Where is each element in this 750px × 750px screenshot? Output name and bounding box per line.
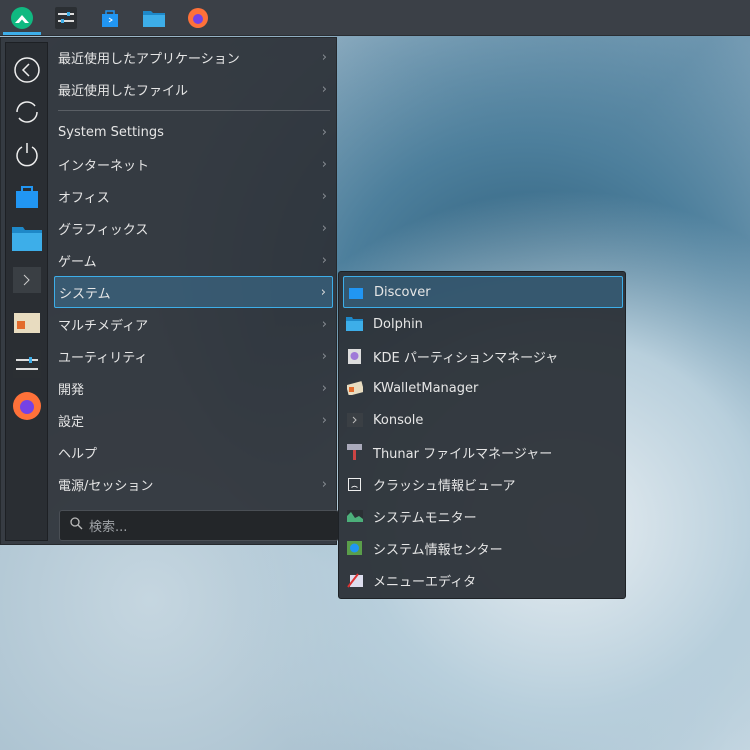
- menu-item-office[interactable]: オフィス ›: [54, 180, 333, 212]
- submenu-item-label: Dolphin: [373, 316, 423, 332]
- chevron-right-icon: ›: [321, 220, 327, 236]
- submenu-item-konsole[interactable]: Konsole: [343, 404, 623, 436]
- submenu-item-label: KDE パーティションマネージャ: [373, 350, 559, 366]
- submenu-item-label: Thunar ファイルマネージャー: [373, 446, 553, 462]
- submenu-item-kwalletmanager[interactable]: KWalletManager: [343, 372, 623, 404]
- chevron-right-icon: ›: [321, 316, 327, 332]
- kwallet-icon[interactable]: [11, 306, 43, 338]
- kwallet-icon: [346, 380, 363, 397]
- konsole-icon[interactable]: [11, 264, 43, 296]
- menu-item-label: グラフィックス: [58, 222, 149, 238]
- app-launcher-icon[interactable]: [3, 0, 41, 36]
- power-icon[interactable]: [11, 138, 43, 170]
- info-center-icon: [346, 540, 363, 557]
- chevron-right-icon: ›: [321, 188, 327, 204]
- submenu-item-label: Konsole: [373, 412, 424, 428]
- menu-item-system[interactable]: システム ›: [54, 276, 333, 308]
- menu-item-label: インターネット: [58, 158, 150, 174]
- chevron-right-icon: ›: [320, 284, 326, 300]
- chevron-right-icon: ›: [321, 156, 327, 172]
- menu-item-label: 最近使用したアプリケーション: [58, 51, 240, 67]
- submenu-item-partition-manager[interactable]: KDE パーティションマネージャ: [343, 340, 623, 372]
- menu-item-recent-apps[interactable]: 最近使用したアプリケーション ›: [54, 41, 333, 73]
- menu-item-label: 電源/セッション: [58, 478, 154, 494]
- submenu-item-label: クラッシュ情報ビューア: [373, 478, 516, 494]
- menu-item-games[interactable]: ゲーム ›: [54, 244, 333, 276]
- submenu-item-label: KWalletManager: [373, 380, 479, 396]
- menu-item-label: 開発: [58, 382, 85, 398]
- submenu-item-crash-viewer[interactable]: クラッシュ情報ビューア: [343, 468, 623, 500]
- firefox-icon[interactable]: [11, 390, 43, 422]
- dolphin-icon[interactable]: [11, 222, 43, 254]
- search-input[interactable]: 検索...: [59, 510, 339, 541]
- system-settings-icon[interactable]: [11, 348, 43, 380]
- discover-icon[interactable]: [11, 180, 43, 212]
- submenu-item-info-center[interactable]: システム情報センター: [343, 532, 623, 564]
- konsole-icon: [346, 412, 363, 429]
- menu-item-label: ゲーム: [58, 254, 97, 270]
- menu-item-label: 設定: [58, 414, 85, 430]
- submenu-item-thunar[interactable]: Thunar ファイルマネージャー: [343, 436, 623, 468]
- submenu-item-discover[interactable]: Discover: [343, 276, 623, 308]
- menu-item-label: オフィス: [58, 190, 110, 206]
- chevron-right-icon: ›: [321, 49, 327, 65]
- menu-item-settings[interactable]: 設定 ›: [54, 404, 333, 436]
- menu-item-system-settings[interactable]: System Settings ›: [54, 116, 333, 148]
- menu-item-development[interactable]: 開発 ›: [54, 372, 333, 404]
- crash-viewer-icon: [346, 476, 363, 493]
- partition-manager-icon: [346, 348, 363, 365]
- menu-item-power-session[interactable]: 電源/セッション ›: [54, 468, 333, 500]
- refresh-icon[interactable]: [11, 96, 43, 128]
- submenu-item-system-monitor[interactable]: システムモニター: [343, 500, 623, 532]
- chevron-right-icon: ›: [321, 380, 327, 396]
- dolphin-icon: [346, 316, 363, 333]
- menu-item-internet[interactable]: インターネット ›: [54, 148, 333, 180]
- system-settings-icon[interactable]: [52, 0, 80, 36]
- firefox-icon[interactable]: [184, 0, 212, 36]
- chevron-right-icon: ›: [321, 81, 327, 97]
- taskbar: [0, 0, 750, 36]
- back-icon[interactable]: [11, 54, 43, 86]
- menu-item-help[interactable]: ヘルプ: [54, 436, 333, 468]
- search-placeholder: 検索...: [89, 520, 128, 535]
- menu-item-recent-files[interactable]: 最近使用したファイル ›: [54, 73, 333, 105]
- chevron-right-icon: ›: [321, 124, 327, 140]
- menu-item-label: ユーティリティ: [58, 350, 148, 366]
- discover-icon: [347, 284, 364, 301]
- menu-item-label: 最近使用したファイル: [58, 83, 189, 99]
- submenu-item-label: Discover: [374, 284, 431, 300]
- thunar-icon: [346, 444, 363, 461]
- system-submenu: Discover Dolphin KDE パーティションマネージャ KWalle…: [338, 271, 626, 599]
- chevron-right-icon: ›: [321, 412, 327, 428]
- menu-item-label: マルチメディア: [58, 318, 149, 334]
- menu-item-label: System Settings: [58, 124, 164, 140]
- application-menu: 最近使用したアプリケーション › 最近使用したファイル › System Setti…: [0, 37, 339, 545]
- menu-separator: [58, 110, 330, 111]
- search-icon: [70, 517, 83, 534]
- system-monitor-icon: [346, 508, 363, 525]
- menu-editor-icon: [346, 572, 363, 589]
- menu-item-multimedia[interactable]: マルチメディア ›: [54, 308, 333, 340]
- chevron-right-icon: ›: [321, 476, 327, 492]
- dolphin-icon[interactable]: [140, 0, 168, 36]
- discover-icon[interactable]: [96, 0, 124, 36]
- submenu-item-label: システムモニター: [373, 510, 477, 526]
- submenu-item-dolphin[interactable]: Dolphin: [343, 308, 623, 340]
- menu-sidebar: [5, 42, 48, 541]
- submenu-item-label: システム情報センター: [373, 542, 503, 558]
- submenu-item-menu-editor[interactable]: メニューエディタ: [343, 564, 623, 596]
- menu-item-label: ヘルプ: [58, 446, 98, 462]
- chevron-right-icon: ›: [321, 252, 327, 268]
- menu-item-graphics[interactable]: グラフィックス ›: [54, 212, 333, 244]
- menu-item-utilities[interactable]: ユーティリティ ›: [54, 340, 333, 372]
- chevron-right-icon: ›: [321, 348, 327, 364]
- menu-item-label: システム: [59, 286, 111, 302]
- submenu-item-label: メニューエディタ: [373, 574, 477, 590]
